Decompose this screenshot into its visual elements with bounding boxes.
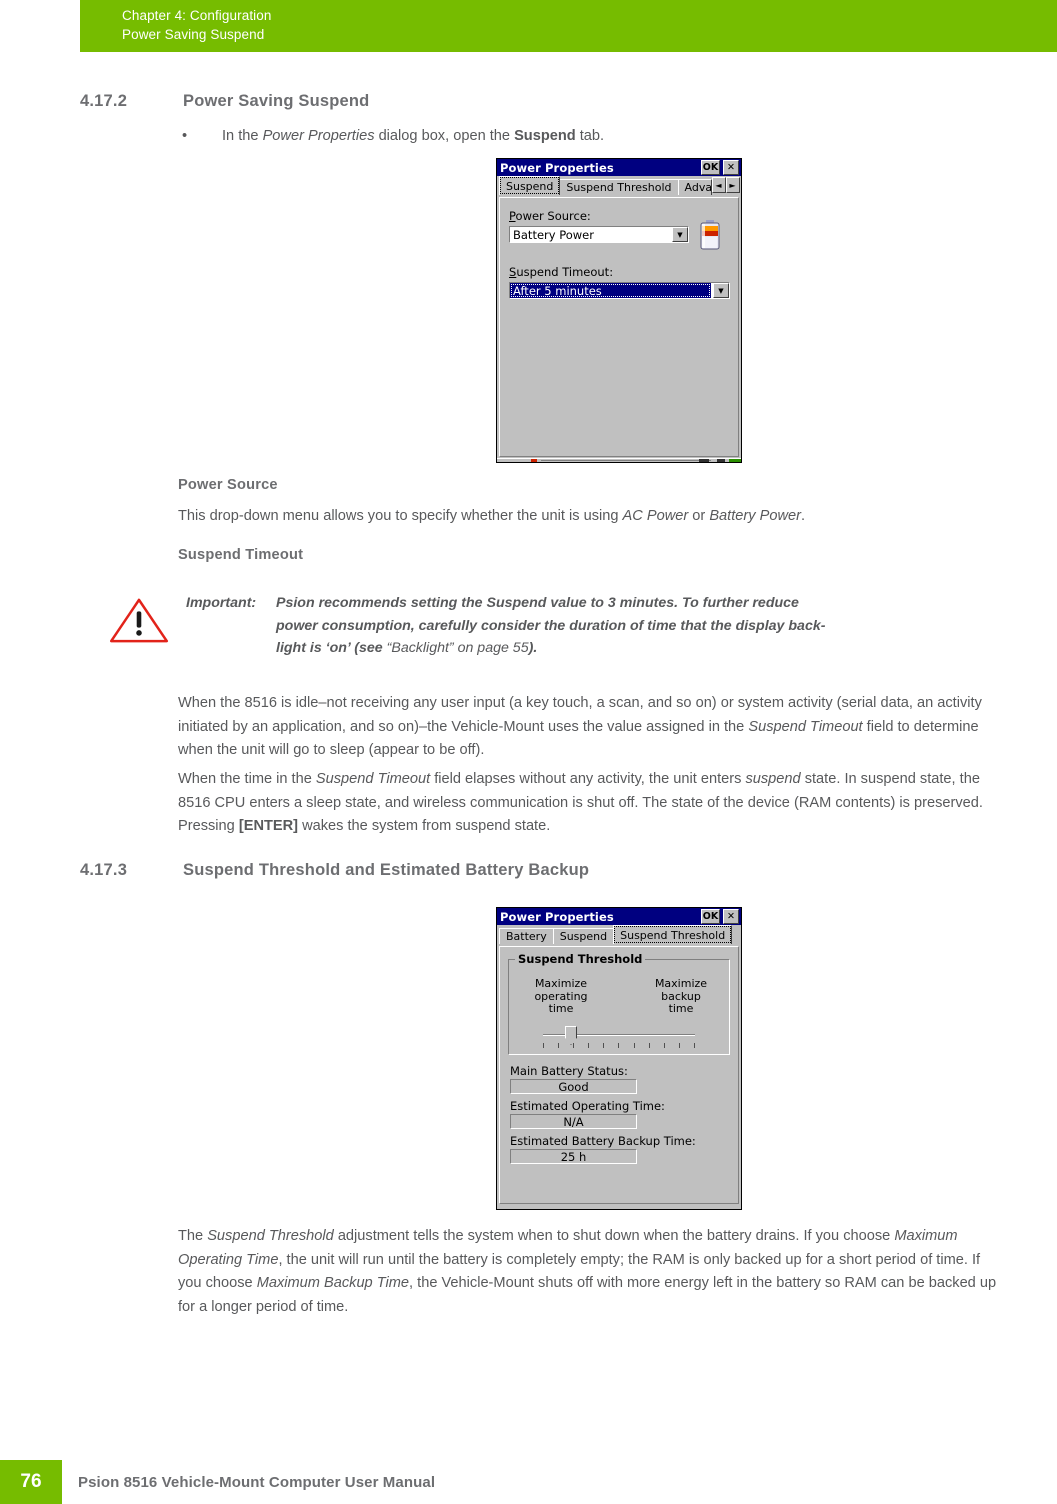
- important-note-body: Important: Psion recommends setting the …: [186, 592, 976, 660]
- slider-tick: [678, 1043, 680, 1048]
- footer-manual-title: Psion 8516 Vehicle-Mount Computer User M…: [78, 1473, 436, 1491]
- titlebar-buttons: OK ✕: [701, 909, 739, 924]
- power-properties-threshold-dialog[interactable]: Power Properties OK ✕ Battery Suspend Su…: [496, 907, 742, 1210]
- important-note-label: Important:: [186, 595, 257, 611]
- estimated-operating-time-label: Estimated Operating Time:: [510, 1099, 665, 1113]
- chapter-header-line2: Power Saving Suspend: [122, 27, 265, 42]
- subheading-power-source: Power Source: [178, 477, 278, 493]
- tab-suspend-threshold[interactable]: Suspend Threshold: [559, 179, 679, 195]
- power-source-label: Power Source:: [509, 209, 591, 223]
- power-source-value: Battery Power: [510, 227, 672, 242]
- slider-tick: [573, 1043, 575, 1048]
- tab-advanced[interactable]: Adva: [677, 179, 712, 195]
- bullet-text: In the Power Properties dialog box, open…: [222, 128, 605, 144]
- slider-end-labels: Maximize operating time Maximize backup time: [523, 977, 719, 1016]
- device-taskbar: [497, 458, 741, 462]
- taskbar-mark: [699, 459, 709, 462]
- slider-tick: [618, 1043, 620, 1048]
- dialog-titlebar: Power Properties OK ✕: [497, 908, 741, 925]
- bullet-marker: •: [182, 128, 188, 144]
- paragraph-threshold-desc: The Suspend Threshold adjustment tells t…: [178, 1228, 997, 1315]
- subheading-suspend-timeout: Suspend Timeout: [178, 547, 304, 563]
- slider-tick: [603, 1043, 605, 1048]
- suspend-timeout-combobox[interactable]: After 5 minutes ▼: [509, 282, 730, 299]
- chevron-right-icon[interactable]: ►: [725, 177, 740, 193]
- dialog-titlebar: Power Properties OK ✕: [497, 159, 741, 176]
- page-number-badge: 76: [0, 1460, 62, 1504]
- estimated-battery-backup-time-label: Estimated Battery Backup Time:: [510, 1134, 696, 1148]
- taskbar-mark: [541, 460, 711, 461]
- slider-tick: [633, 1043, 635, 1048]
- titlebar-buttons: OK ✕: [701, 160, 739, 175]
- chapter-header-bar: Chapter 4: Configuration Power Saving Su…: [80, 0, 1057, 52]
- chapter-header-line1: Chapter 4: Configuration: [122, 8, 272, 23]
- power-properties-suspend-dialog[interactable]: Power Properties OK ✕ Suspend Suspend Th…: [496, 158, 742, 463]
- groupbox-title: Suspend Threshold: [515, 952, 646, 966]
- suspend-timeout-value: After 5 minutes: [510, 283, 711, 298]
- ok-button[interactable]: OK: [701, 909, 720, 924]
- slider-tick: [543, 1043, 544, 1048]
- section-number: 4.17.3: [80, 861, 128, 879]
- chevron-down-icon[interactable]: ▼: [713, 283, 729, 298]
- paragraph-idle-behavior: When the 8516 is idle–not receiving any …: [178, 695, 982, 758]
- threshold-tab-panel: Suspend Threshold Maximize operating time …: [499, 946, 739, 1204]
- section-heading-4-17-3: 4.17.3 Suspend Threshold and Estimated B…: [80, 861, 589, 880]
- taskbar-mark: [729, 459, 741, 462]
- paragraph-suspend-state: When the time in the Suspend Timeout fie…: [178, 771, 983, 834]
- estimated-operating-time-value: N/A: [510, 1114, 637, 1129]
- section-heading-4-17-2: 4.17.2 Power Saving Suspend: [80, 92, 369, 111]
- slider-label-right: Maximize backup time: [654, 977, 708, 1015]
- slider-tick: [663, 1043, 665, 1048]
- power-source-combobox[interactable]: Battery Power ▼: [509, 226, 689, 243]
- taskbar-mark: [531, 459, 537, 462]
- slider-tick: [558, 1043, 560, 1048]
- dialog-title: Power Properties: [500, 160, 614, 175]
- tab-battery[interactable]: Battery: [499, 928, 554, 944]
- tab-scroll-buttons[interactable]: ◄ ►: [711, 177, 740, 193]
- tab-suspend-threshold[interactable]: Suspend Threshold: [613, 925, 733, 944]
- slider-label-left: Maximize operating time: [534, 977, 588, 1015]
- tab-suspend[interactable]: Suspend: [552, 928, 615, 944]
- suspend-threshold-groupbox: Suspend Threshold Maximize operating time …: [508, 952, 730, 1055]
- ok-button[interactable]: OK: [701, 160, 720, 175]
- close-icon[interactable]: ✕: [723, 909, 739, 924]
- battery-icon: [700, 220, 720, 250]
- important-note-text: Psion recommends setting the Suspend val…: [276, 595, 826, 656]
- taskbar-mark: [717, 459, 725, 462]
- slider-tick: [693, 1043, 695, 1048]
- estimated-battery-backup-time-value: 25 h: [510, 1149, 637, 1164]
- suspend-tab-panel: Power Source: Battery Power ▼ Suspend Ti…: [499, 197, 739, 457]
- section-title: Power Saving Suspend: [183, 92, 370, 110]
- section-number: 4.17.2: [80, 92, 128, 110]
- slider-ticks: [543, 1043, 695, 1048]
- dialog-title: Power Properties: [500, 909, 614, 924]
- bullet-list-item: • In the Power Properties dialog box, op…: [178, 126, 998, 147]
- main-battery-status-value: Good: [510, 1079, 637, 1094]
- paragraph-power-source-desc: This drop-down menu allows you to specif…: [178, 508, 806, 524]
- slider-tick: [588, 1043, 590, 1048]
- suspend-timeout-label: Suspend Timeout:: [509, 265, 614, 279]
- dialog-tabstrip[interactable]: Battery Suspend Suspend Threshold: [497, 925, 741, 944]
- tab-suspend[interactable]: Suspend: [499, 176, 561, 195]
- close-icon[interactable]: ✕: [723, 160, 739, 175]
- chevron-down-icon[interactable]: ▼: [672, 227, 688, 242]
- warning-triangle-icon: [109, 598, 169, 643]
- dialog-tabstrip[interactable]: Suspend Suspend Threshold Adva ◄ ►: [497, 176, 741, 195]
- chevron-left-icon[interactable]: ◄: [711, 177, 726, 193]
- slider-tick: [648, 1043, 650, 1048]
- page-footer: 76 Psion 8516 Vehicle-Mount Computer Use…: [0, 1460, 1057, 1504]
- section-title: Suspend Threshold and Estimated Battery …: [183, 861, 590, 879]
- main-battery-status-label: Main Battery Status:: [510, 1064, 628, 1078]
